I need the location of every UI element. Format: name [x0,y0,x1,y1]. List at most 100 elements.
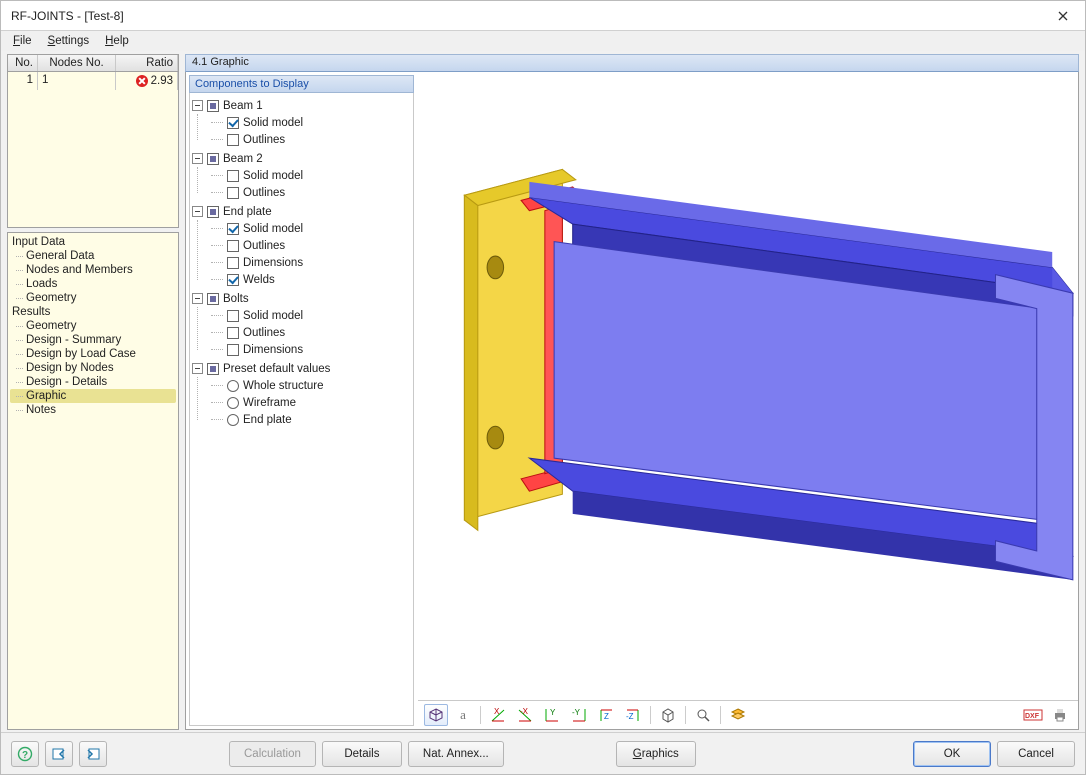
label-bolts-dims[interactable]: Dimensions [243,344,303,356]
btn-view-z[interactable]: Z [594,704,618,726]
details-button[interactable]: Details [322,741,402,767]
nav-item-loads[interactable]: Loads [10,277,176,291]
checkbox-beam1-outlines[interactable] [227,134,239,146]
label-beam1-outlines[interactable]: Outlines [243,134,285,146]
nav-item-design-loadcase[interactable]: Design by Load Case [10,347,176,361]
checkbox-beam2-outlines[interactable] [227,187,239,199]
label-presets[interactable]: Preset default values [223,363,330,375]
label-whole[interactable]: Whole structure [243,380,324,392]
components-tree[interactable]: Beam 1 Solid model Outlines [189,93,414,726]
checkbox-beam2-solid[interactable] [227,170,239,182]
checkbox-bolts-outlines[interactable] [227,327,239,339]
nav-item-res-geometry[interactable]: Geometry [10,319,176,333]
btn-text-tool[interactable]: a [451,704,475,726]
app-window: RF-JOINTS - [Test-8] File Settings Help … [0,0,1086,775]
checkbox-endplate-outlines[interactable] [227,240,239,252]
checkbox-presets[interactable] [207,363,219,375]
label-endplate[interactable]: End plate [223,206,272,218]
nav-item-design-nodes[interactable]: Design by Nodes [10,361,176,375]
btn-view-y[interactable]: Y [540,704,564,726]
calculation-button[interactable]: Calculation [229,741,316,767]
expander-icon[interactable] [192,153,203,164]
label-endplate-outlines[interactable]: Outlines [243,240,285,252]
box-icon [660,707,676,723]
prev-button[interactable] [45,741,73,767]
window-close-button[interactable] [1041,1,1085,31]
checkbox-endplate-solid[interactable] [227,223,239,235]
grid-row[interactable]: 1 1 2.93 [8,72,178,90]
label-beam2-solid[interactable]: Solid model [243,170,303,182]
expander-icon[interactable] [192,363,203,374]
help-icon: ? [17,746,33,762]
next-button[interactable] [79,741,107,767]
checkbox-bolts[interactable] [207,293,219,305]
nav-item-design-summary[interactable]: Design - Summary [10,333,176,347]
expander-icon[interactable] [192,293,203,304]
label-beam2-outlines[interactable]: Outlines [243,187,285,199]
btn-print[interactable] [1048,704,1072,726]
btn-view-x[interactable]: X [486,704,510,726]
label-wireframe[interactable]: Wireframe [243,397,296,409]
checkbox-beam1[interactable] [207,100,219,112]
expander-icon[interactable] [192,100,203,111]
axis-x-icon: X [490,707,506,723]
btn-zoom-window[interactable] [691,704,715,726]
label-beam1-solid[interactable]: Solid model [243,117,303,129]
nav-item-notes[interactable]: Notes [10,403,176,417]
nav-item-design-details[interactable]: Design - Details [10,375,176,389]
cancel-button[interactable]: Cancel [997,741,1075,767]
nav-tree[interactable]: Input Data General Data Nodes and Member… [7,232,179,730]
graphic-canvas[interactable] [418,72,1078,701]
radio-whole-structure[interactable] [227,380,239,392]
bottom-bar: ? Calculation Details Nat. Annex... Grap… [1,732,1085,774]
error-icon [136,75,148,87]
results-grid[interactable]: No. Nodes No. Ratio 1 1 2.93 [7,54,179,228]
checkbox-endplate[interactable] [207,206,219,218]
checkbox-endplate-welds[interactable] [227,274,239,286]
tree-node-endplate: End plate Solid model Outlines Dimension… [192,202,411,289]
menu-file[interactable]: File [7,33,38,49]
label-endplate-dims[interactable]: Dimensions [243,257,303,269]
ok-button[interactable]: OK [913,741,991,767]
nav-item-nodes-members[interactable]: Nodes and Members [10,263,176,277]
menu-help[interactable]: Help [99,33,135,49]
nav-item-general-data[interactable]: General Data [10,249,176,263]
checkbox-beam2[interactable] [207,153,219,165]
btn-isometric-view[interactable] [424,704,448,726]
nav-item-graphic[interactable]: Graphic [10,389,176,403]
beam-model-icon [418,72,1078,700]
svg-text:Y: Y [550,708,556,717]
label-bolts-solid[interactable]: Solid model [243,310,303,322]
components-panel: Components to Display Beam 1 Solid model [186,72,418,729]
label-bolts-outlines[interactable]: Outlines [243,327,285,339]
label-bolts[interactable]: Bolts [223,293,249,305]
checkbox-bolts-solid[interactable] [227,310,239,322]
btn-dxf-export[interactable]: DXF [1021,704,1045,726]
tree-node-beam2: Beam 2 Solid model Outlines [192,149,411,202]
nav-item-geometry[interactable]: Geometry [10,291,176,305]
btn-box-view[interactable] [656,704,680,726]
axis-z-icon: Z [598,707,614,723]
btn-layers[interactable] [726,704,750,726]
help-button[interactable]: ? [11,741,39,767]
label-endplate-solid[interactable]: Solid model [243,223,303,235]
btn-view-neg-x[interactable]: -X [513,704,537,726]
content-area: No. Nodes No. Ratio 1 1 2.93 Input Data … [1,51,1085,732]
label-endplate-welds[interactable]: Welds [243,274,275,286]
checkbox-bolts-dims[interactable] [227,344,239,356]
label-endplate-preset[interactable]: End plate [243,414,292,426]
label-beam2[interactable]: Beam 2 [223,153,263,165]
expander-icon[interactable] [192,206,203,217]
checkbox-endplate-dims[interactable] [227,257,239,269]
btn-view-neg-z[interactable]: -Z [621,704,645,726]
radio-wireframe[interactable] [227,397,239,409]
radio-endplate[interactable] [227,414,239,426]
checkbox-beam1-solid[interactable] [227,117,239,129]
menu-settings[interactable]: Settings [42,33,96,49]
label-beam1[interactable]: Beam 1 [223,100,263,112]
dxf-icon: DXF [1023,707,1043,723]
btn-view-neg-y[interactable]: -Y [567,704,591,726]
graphics-button[interactable]: Graphics [616,741,696,767]
nav-section-input: Input Data [10,235,176,249]
nat-annex-button[interactable]: Nat. Annex... [408,741,504,767]
